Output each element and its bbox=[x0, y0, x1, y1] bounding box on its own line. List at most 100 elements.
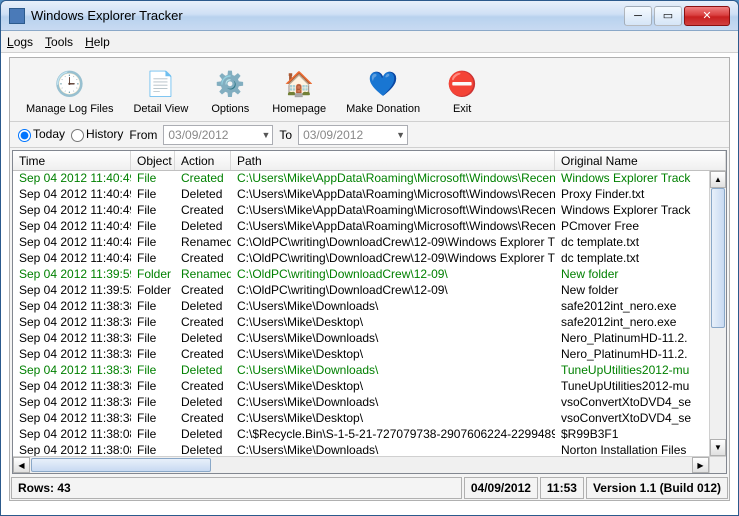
menu-help[interactable]: Help bbox=[85, 35, 110, 49]
column-time[interactable]: Time bbox=[13, 151, 131, 170]
table-row[interactable]: Sep 04 2012 11:38:38FileCreatedC:\Users\… bbox=[13, 347, 709, 363]
toolbar: 🕒 Manage Log Files 📄 Detail View ⚙️ Opti… bbox=[10, 58, 729, 122]
column-path[interactable]: Path bbox=[231, 151, 555, 170]
cell-time: Sep 04 2012 11:38:38 bbox=[13, 411, 131, 427]
cell-original-name: dc template.txt bbox=[555, 235, 709, 251]
scroll-down-arrow[interactable]: ▼ bbox=[710, 439, 726, 456]
horizontal-scrollbar[interactable]: ◀ ▶ bbox=[13, 456, 726, 473]
to-date-picker[interactable]: 03/09/2012▼ bbox=[298, 125, 408, 145]
table-row[interactable]: Sep 04 2012 11:38:08FileDeletedC:\$Recyc… bbox=[13, 427, 709, 443]
cell-path: C:\Users\Mike\Downloads\ bbox=[231, 299, 555, 315]
table-row[interactable]: Sep 04 2012 11:40:49FileCreatedC:\Users\… bbox=[13, 171, 709, 187]
chevron-down-icon: ▼ bbox=[396, 130, 405, 140]
scroll-left-arrow[interactable]: ◀ bbox=[13, 457, 30, 473]
table-row[interactable]: Sep 04 2012 11:40:49FileDeletedC:\Users\… bbox=[13, 187, 709, 203]
home-icon: 🏠 bbox=[283, 69, 315, 101]
maximize-button[interactable]: ▭ bbox=[654, 6, 682, 26]
toolbar-label: Exit bbox=[453, 103, 471, 115]
table-row[interactable]: Sep 04 2012 11:38:38FileDeletedC:\Users\… bbox=[13, 363, 709, 379]
cell-original-name: New folder bbox=[555, 267, 709, 283]
table-row[interactable]: Sep 04 2012 11:39:53FolderCreatedC:\OldP… bbox=[13, 283, 709, 299]
column-action[interactable]: Action bbox=[175, 151, 231, 170]
scroll-right-arrow[interactable]: ▶ bbox=[692, 457, 709, 473]
table-row[interactable]: Sep 04 2012 11:38:38FileCreatedC:\Users\… bbox=[13, 411, 709, 427]
cell-object: File bbox=[131, 235, 175, 251]
menu-tools[interactable]: Tools bbox=[45, 35, 73, 49]
detail-view-button[interactable]: 📄 Detail View bbox=[123, 64, 198, 120]
cell-path: C:\Users\Mike\AppData\Roaming\Microsoft\… bbox=[231, 171, 555, 187]
today-radio[interactable] bbox=[18, 129, 31, 142]
menubar: Logs Tools Help bbox=[1, 31, 738, 53]
cell-action: Created bbox=[175, 379, 231, 395]
cell-original-name: Windows Explorer Track bbox=[555, 171, 709, 187]
clock-folder-icon: 🕒 bbox=[54, 69, 86, 101]
exit-button[interactable]: ⛔ Exit bbox=[430, 64, 494, 120]
cell-object: File bbox=[131, 411, 175, 427]
cell-original-name: vsoConvertXtoDVD4_se bbox=[555, 395, 709, 411]
column-object[interactable]: Object bbox=[131, 151, 175, 170]
cell-time: Sep 04 2012 11:38:38 bbox=[13, 379, 131, 395]
content-frame: 🕒 Manage Log Files 📄 Detail View ⚙️ Opti… bbox=[9, 57, 730, 501]
today-radio-label[interactable]: Today bbox=[18, 127, 65, 141]
app-window: Windows Explorer Tracker ─ ▭ ✕ Logs Tool… bbox=[0, 0, 739, 516]
make-donation-button[interactable]: 💙 Make Donation bbox=[336, 64, 430, 120]
scroll-thumb[interactable] bbox=[31, 458, 211, 472]
status-bar: Rows: 43 04/09/2012 11:53 Version 1.1 (B… bbox=[10, 476, 729, 500]
table-row[interactable]: Sep 04 2012 11:40:49FileDeletedC:\Users\… bbox=[13, 219, 709, 235]
homepage-button[interactable]: 🏠 Homepage bbox=[262, 64, 336, 120]
heart-icon: 💙 bbox=[367, 69, 399, 101]
manage-log-files-button[interactable]: 🕒 Manage Log Files bbox=[16, 64, 123, 120]
table-row[interactable]: Sep 04 2012 11:39:59FolderRenamedC:\OldP… bbox=[13, 267, 709, 283]
cell-time: Sep 04 2012 11:38:38 bbox=[13, 347, 131, 363]
vertical-scrollbar[interactable]: ▲ ▼ bbox=[709, 171, 726, 456]
menu-logs[interactable]: Logs bbox=[7, 35, 33, 49]
table-body[interactable]: Sep 04 2012 11:40:49FileCreatedC:\Users\… bbox=[13, 171, 726, 473]
table-row[interactable]: Sep 04 2012 11:40:49FileCreatedC:\Users\… bbox=[13, 203, 709, 219]
cell-path: C:\Users\Mike\AppData\Roaming\Microsoft\… bbox=[231, 203, 555, 219]
status-rows: Rows: 43 bbox=[11, 477, 462, 499]
toolbar-label: Manage Log Files bbox=[26, 103, 113, 115]
cell-time: Sep 04 2012 11:38:38 bbox=[13, 395, 131, 411]
table-row[interactable]: Sep 04 2012 11:40:48FileRenamedC:\OldPC\… bbox=[13, 235, 709, 251]
cell-action: Created bbox=[175, 203, 231, 219]
stop-icon: ⛔ bbox=[446, 69, 478, 101]
cell-action: Deleted bbox=[175, 187, 231, 203]
cell-original-name: safe2012int_nero.exe bbox=[555, 315, 709, 331]
minimize-button[interactable]: ─ bbox=[624, 6, 652, 26]
cell-path: C:\Users\Mike\Downloads\ bbox=[231, 331, 555, 347]
chevron-down-icon: ▼ bbox=[261, 130, 270, 140]
column-original-name[interactable]: Original Name bbox=[555, 151, 726, 170]
from-label: From bbox=[129, 128, 157, 142]
resize-grip[interactable] bbox=[709, 457, 726, 473]
table-row[interactable]: Sep 04 2012 11:38:38FileDeletedC:\Users\… bbox=[13, 395, 709, 411]
cell-time: Sep 04 2012 11:38:08 bbox=[13, 427, 131, 443]
table-row[interactable]: Sep 04 2012 11:38:38FileCreatedC:\Users\… bbox=[13, 379, 709, 395]
options-button[interactable]: ⚙️ Options bbox=[198, 64, 262, 120]
toolbar-label: Options bbox=[211, 103, 249, 115]
window-title: Windows Explorer Tracker bbox=[31, 8, 622, 23]
from-date-picker[interactable]: 03/09/2012▼ bbox=[163, 125, 273, 145]
table-row[interactable]: Sep 04 2012 11:38:38FileCreatedC:\Users\… bbox=[13, 315, 709, 331]
cell-original-name: PCmover Free bbox=[555, 219, 709, 235]
cell-action: Created bbox=[175, 251, 231, 267]
titlebar[interactable]: Windows Explorer Tracker ─ ▭ ✕ bbox=[1, 1, 738, 31]
history-radio-label[interactable]: History bbox=[71, 127, 123, 141]
cell-time: Sep 04 2012 11:39:53 bbox=[13, 283, 131, 299]
table-row[interactable]: Sep 04 2012 11:40:48FileCreatedC:\OldPC\… bbox=[13, 251, 709, 267]
scroll-thumb[interactable] bbox=[711, 188, 725, 328]
table-row[interactable]: Sep 04 2012 11:38:38FileDeletedC:\Users\… bbox=[13, 331, 709, 347]
history-radio[interactable] bbox=[71, 129, 84, 142]
cell-original-name: Windows Explorer Track bbox=[555, 203, 709, 219]
cell-object: Folder bbox=[131, 267, 175, 283]
scroll-up-arrow[interactable]: ▲ bbox=[710, 171, 726, 188]
cell-action: Deleted bbox=[175, 427, 231, 443]
cell-path: C:\Users\Mike\AppData\Roaming\Microsoft\… bbox=[231, 219, 555, 235]
cell-time: Sep 04 2012 11:40:49 bbox=[13, 187, 131, 203]
table-row[interactable]: Sep 04 2012 11:38:38FileDeletedC:\Users\… bbox=[13, 299, 709, 315]
cell-action: Deleted bbox=[175, 395, 231, 411]
cell-time: Sep 04 2012 11:38:38 bbox=[13, 331, 131, 347]
close-button[interactable]: ✕ bbox=[684, 6, 730, 26]
cell-path: C:\$Recycle.Bin\S-1-5-21-727079738-29076… bbox=[231, 427, 555, 443]
gear-icon: ⚙️ bbox=[214, 69, 246, 101]
cell-action: Created bbox=[175, 283, 231, 299]
